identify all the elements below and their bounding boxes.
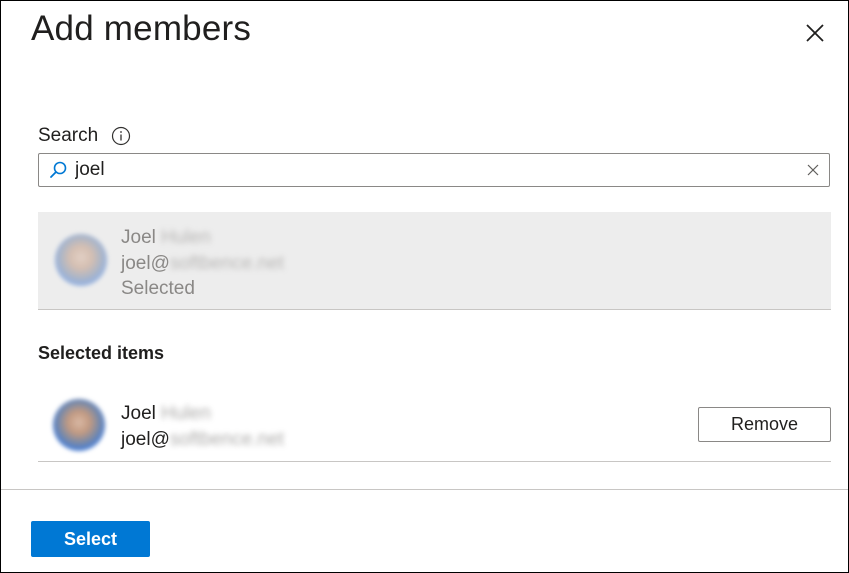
footer-divider [1,489,848,490]
avatar [55,234,107,286]
selected-email-user: joel@ [121,429,170,450]
search-input[interactable] [75,159,775,181]
result-email-user: joel@ [121,252,170,274]
dialog-title: Add members [31,9,252,48]
search-result-item[interactable]: Joel Hulen joel@softbence.net Selected [38,212,831,310]
info-icon[interactable] [111,126,131,146]
selected-items-heading: Selected items [38,343,165,363]
selected-first-name: Joel [121,403,156,424]
selected-email-domain-redacted: softbence.net [169,429,284,450]
selected-item-text: Joel Hulen joel@softbence.net [121,401,284,453]
selected-item: Joel Hulen joel@softbence.net Remove [38,387,831,462]
selected-last-name-redacted: Hulen [161,403,211,424]
close-button[interactable] [801,19,829,47]
clear-icon[interactable] [806,163,820,177]
search-icon [50,161,67,178]
result-last-name-redacted: Hulen [161,227,211,248]
search-label-row: Search [38,125,131,147]
remove-button[interactable]: Remove [698,407,831,442]
result-text: Joel Hulen joel@softbence.net Selected [121,225,284,302]
result-first-name: Joel [121,227,156,248]
search-label: Search [38,125,99,146]
avatar [53,399,105,451]
result-status: Selected [121,278,195,299]
close-icon [806,24,824,42]
result-email-domain-redacted: softbence.net [169,252,284,274]
add-members-dialog: Add members Search Joel Hulen [0,0,849,573]
select-button[interactable]: Select [31,521,150,557]
search-box [38,153,830,187]
